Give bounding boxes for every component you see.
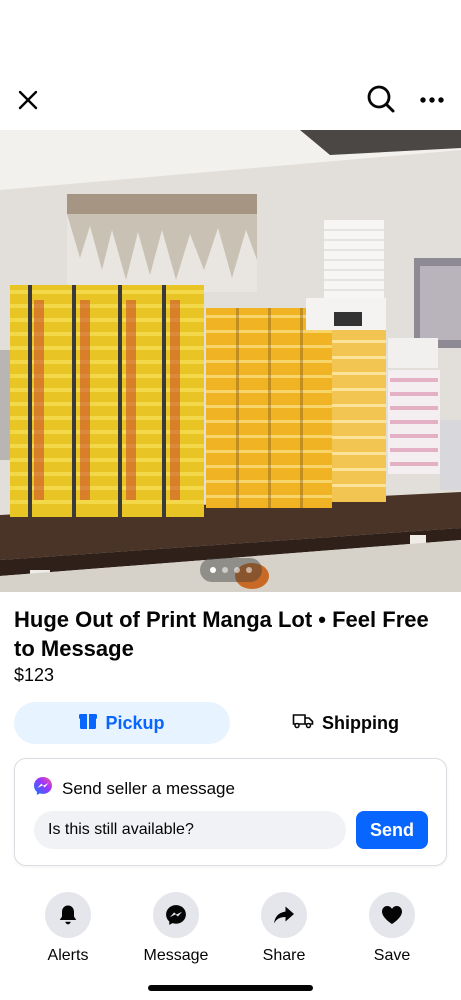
top-bar [0, 70, 461, 130]
pickup-button[interactable]: Pickup [14, 702, 230, 744]
shipping-button[interactable]: Shipping [244, 702, 447, 744]
home-indicator[interactable] [148, 985, 313, 991]
pager-dot [246, 567, 252, 573]
photo-pager[interactable] [200, 558, 262, 582]
pager-dot [234, 567, 240, 573]
alerts-label: Alerts [47, 947, 89, 964]
message-heading-text: Send seller a message [62, 778, 235, 798]
listing-price: $123 [14, 665, 55, 685]
alerts-button[interactable]: Alerts [23, 892, 113, 965]
share-label: Share [262, 947, 306, 964]
heart-icon [369, 892, 415, 938]
search-icon[interactable] [364, 82, 398, 116]
pickup-box-icon [79, 712, 98, 735]
message-seller-heading: Send seller a message [33, 776, 235, 801]
message-button[interactable]: Message [131, 892, 221, 965]
action-bar: Alerts Message Share Save [0, 892, 461, 972]
product-photo[interactable] [0, 130, 461, 592]
shipping-label: Shipping [322, 712, 399, 733]
pager-dot-active [210, 567, 216, 573]
bell-icon [45, 892, 91, 938]
share-arrow-icon [261, 892, 307, 938]
messenger-icon [33, 776, 53, 801]
pickup-label: Pickup [105, 712, 165, 733]
truck-icon [292, 713, 314, 734]
messenger-icon [153, 892, 199, 938]
save-label: Save [373, 947, 411, 964]
send-button[interactable]: Send [356, 811, 428, 849]
share-button[interactable]: Share [239, 892, 329, 965]
message-seller-card: Send seller a message Send [14, 758, 447, 866]
message-label: Message [143, 947, 209, 964]
pager-dot [222, 567, 228, 573]
close-icon[interactable] [12, 84, 44, 116]
message-input[interactable] [34, 811, 346, 849]
delivery-options: Pickup Shipping [14, 702, 447, 744]
listing-title: Huge Out of Print Manga Lot • Feel Free … [14, 607, 429, 661]
more-horizontal-icon[interactable] [414, 84, 450, 116]
save-button[interactable]: Save [347, 892, 437, 965]
